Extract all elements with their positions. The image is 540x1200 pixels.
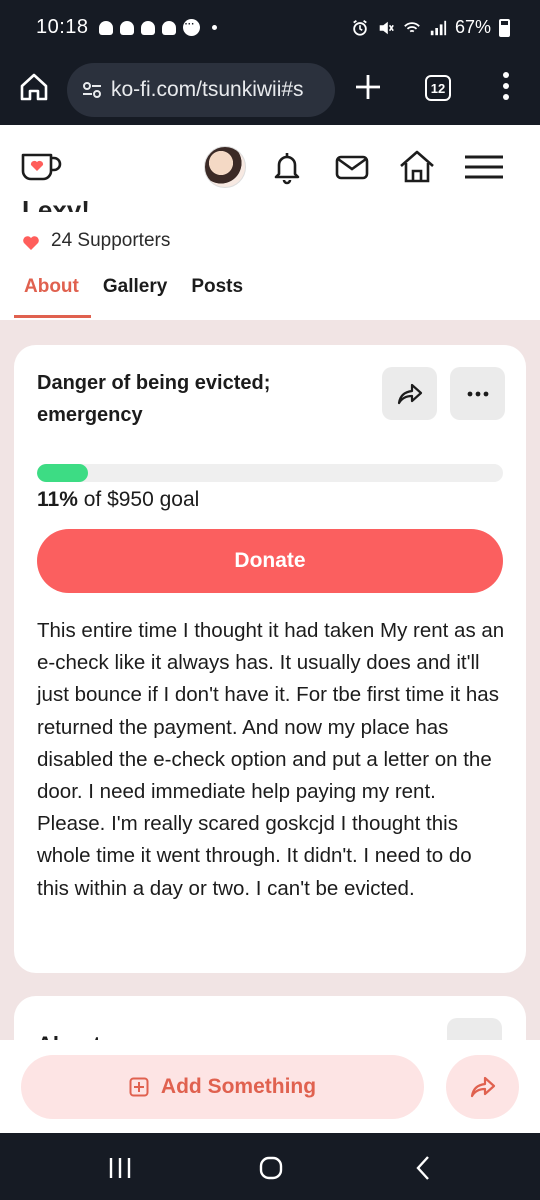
profile-tabs: About Gallery Posts [14,268,257,318]
tab-posts[interactable]: Posts [181,268,255,318]
goal-summary: 11% of $950 goal [37,488,199,512]
goal-amount: of $950 goal [83,488,200,511]
recent-apps-icon[interactable] [105,1153,135,1183]
status-time: 10:18 [36,16,89,38]
home-icon[interactable] [397,147,437,187]
back-icon[interactable] [408,1153,438,1183]
goal-progress-bar [37,464,503,482]
battery-icon [499,18,510,37]
more-options-button[interactable] [450,367,505,420]
goal-progress-fill [37,464,89,482]
goal-description: This entire time I thought it had taken … [37,619,505,900]
avatar[interactable] [204,146,246,188]
notification-icons [97,19,217,37]
mute-icon [379,21,394,34]
share-icon [397,383,422,404]
home-button-icon[interactable] [256,1153,286,1183]
browser-menu-icon[interactable] [494,69,518,103]
new-tab-icon[interactable] [352,71,384,103]
site-settings-icon[interactable] [81,79,103,101]
share-goal-button[interactable] [382,367,437,420]
profile-strip: Lexy! 24 Supporters About Gallery Posts [0,195,540,320]
tab-switcher-button[interactable]: 12 [425,75,451,101]
snapchat-icon [160,19,178,37]
kofi-logo-icon[interactable] [20,149,62,183]
supporters-count: 24 Supporters [51,230,171,251]
more-horizontal-icon [467,391,488,396]
hamburger-menu-icon[interactable] [463,147,505,187]
browser-home-icon[interactable] [18,71,50,103]
tab-gallery[interactable]: Gallery [93,268,179,318]
battery-percent: 67% [454,17,491,37]
signal-icon [430,20,447,35]
goal-percent: 11% [37,488,78,511]
bottom-action-bar: Add Something [0,1040,540,1133]
snapchat-icon [97,19,115,37]
profile-name: Lexy! [22,195,90,212]
snapchat-icon [118,19,136,37]
system-navigation-bar [0,1133,540,1200]
address-bar[interactable]: ko-fi.com/tsunkiwii#s [67,63,335,117]
alarm-icon [353,19,367,36]
tab-about[interactable]: About [14,268,91,318]
system-status: 67% [351,17,510,38]
share-icon [470,1076,495,1098]
add-something-button[interactable]: Add Something [21,1055,424,1119]
heart-icon [23,236,39,250]
add-box-icon [129,1077,149,1097]
wifi-icon [404,21,420,32]
chat-bubble-icon [182,19,200,36]
more-notifications-dot [211,25,217,30]
donate-button[interactable]: Donate [37,529,503,593]
mail-icon[interactable] [332,147,372,187]
goal-card: Danger of being evicted; emergency 11% o… [14,345,526,973]
add-something-label: Add Something [160,1075,317,1098]
browser-toolbar: ko-fi.com/tsunkiwii#s 12 [0,55,540,125]
status-bar: 10:18 67% [0,0,540,55]
share-page-button[interactable] [446,1055,519,1119]
url-text[interactable]: ko-fi.com/tsunkiwii#s [111,78,304,102]
bell-icon[interactable] [267,147,307,187]
snapchat-icon [139,19,157,37]
goal-title: Danger of being evicted; emergency [37,372,271,426]
